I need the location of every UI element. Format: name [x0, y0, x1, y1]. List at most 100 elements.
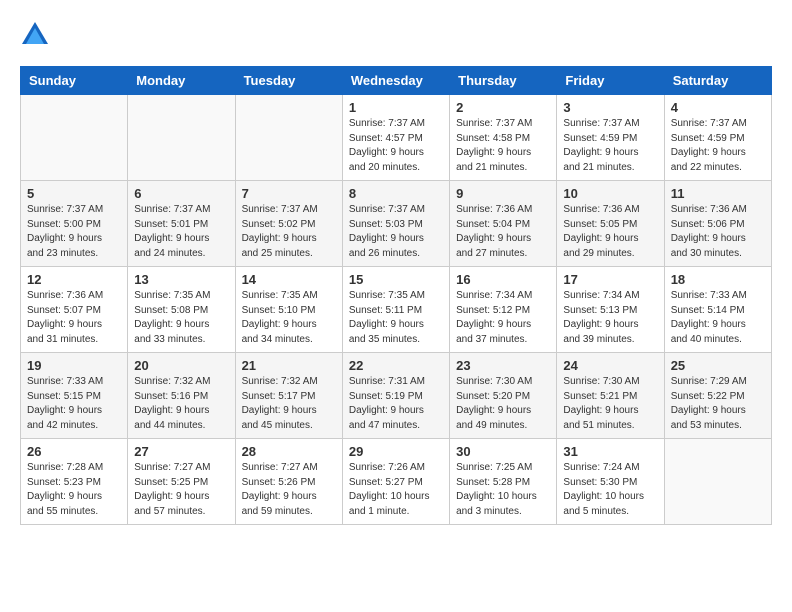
calendar-cell: 27 Sunrise: 7:27 AM Sunset: 5:25 PM Dayli…	[128, 439, 235, 525]
day-number: 31	[563, 444, 657, 459]
day-number: 6	[134, 186, 228, 201]
calendar-week-row: 1Sunrise: 7:37 AM Sunset: 4:57 PM Daylig…	[21, 95, 772, 181]
calendar-cell: 31 Sunrise: 7:24 AM Sunset: 5:30 PM Dayli…	[557, 439, 664, 525]
cell-content: Sunrise: 7:30 AM Sunset: 5:20 PM Dayligh…	[456, 375, 550, 433]
header-cell: Thursday	[450, 67, 557, 95]
day-number: 24	[563, 358, 657, 373]
calendar-cell: 7 Sunrise: 7:37 AM Sunset: 5:02 PM Daylig…	[235, 181, 342, 267]
day-number: 16	[456, 272, 550, 287]
day-number: 10	[563, 186, 657, 201]
calendar-table: SundayMondayTuesdayWednesdayThursdayFrid…	[20, 66, 772, 525]
calendar-cell: 13 Sunrise: 7:35 AM Sunset: 5:08 PM Dayli…	[128, 267, 235, 353]
day-number: 17	[563, 272, 657, 287]
calendar-cell: 16Sunrise: 7:34 AM Sunset: 5:12 PM Dayli…	[450, 267, 557, 353]
cell-content: Sunrise: 7:35 AM Sunset: 5:10 PM Dayligh…	[242, 289, 336, 347]
calendar-cell: 22 Sunrise: 7:31 AM Sunset: 5:19 PM Dayli…	[342, 353, 449, 439]
cell-content: Sunrise: 7:36 AM Sunset: 5:05 PM Dayligh…	[563, 203, 657, 261]
cell-content: Sunrise: 7:28 AM Sunset: 5:23 PM Dayligh…	[27, 461, 121, 519]
cell-content: Sunrise: 7:36 AM Sunset: 5:07 PM Dayligh…	[27, 289, 121, 347]
calendar-cell	[235, 95, 342, 181]
cell-content: Sunrise: 7:34 AM Sunset: 5:13 PM Dayligh…	[563, 289, 657, 347]
calendar-week-row: 26 Sunrise: 7:28 AM Sunset: 5:23 PM Dayli…	[21, 439, 772, 525]
calendar-cell: 4Sunrise: 7:37 AM Sunset: 4:59 PM Daylig…	[664, 95, 771, 181]
calendar-cell: 8Sunrise: 7:37 AM Sunset: 5:03 PM Daylig…	[342, 181, 449, 267]
day-number: 26	[27, 444, 121, 459]
cell-content: Sunrise: 7:36 AM Sunset: 5:06 PM Dayligh…	[671, 203, 765, 261]
header-cell: Monday	[128, 67, 235, 95]
day-number: 7	[242, 186, 336, 201]
day-number: 29	[349, 444, 443, 459]
logo	[20, 20, 54, 50]
header-cell: Sunday	[21, 67, 128, 95]
calendar-cell: 5 Sunrise: 7:37 AM Sunset: 5:00 PM Daylig…	[21, 181, 128, 267]
day-number: 18	[671, 272, 765, 287]
cell-content: Sunrise: 7:37 AM Sunset: 5:02 PM Dayligh…	[242, 203, 336, 261]
day-number: 19	[27, 358, 121, 373]
cell-content: Sunrise: 7:33 AM Sunset: 5:14 PM Dayligh…	[671, 289, 765, 347]
day-number: 25	[671, 358, 765, 373]
day-number: 28	[242, 444, 336, 459]
cell-content: Sunrise: 7:37 AM Sunset: 4:59 PM Dayligh…	[671, 117, 765, 175]
calendar-cell: 10 Sunrise: 7:36 AM Sunset: 5:05 PM Dayli…	[557, 181, 664, 267]
calendar-cell: 25 Sunrise: 7:29 AM Sunset: 5:22 PM Dayli…	[664, 353, 771, 439]
calendar-cell: 21Sunrise: 7:32 AM Sunset: 5:17 PM Dayli…	[235, 353, 342, 439]
cell-content: Sunrise: 7:37 AM Sunset: 4:59 PM Dayligh…	[563, 117, 657, 175]
cell-content: Sunrise: 7:37 AM Sunset: 5:03 PM Dayligh…	[349, 203, 443, 261]
calendar-cell: 3Sunrise: 7:37 AM Sunset: 4:59 PM Daylig…	[557, 95, 664, 181]
cell-content: Sunrise: 7:27 AM Sunset: 5:25 PM Dayligh…	[134, 461, 228, 519]
calendar-cell: 18 Sunrise: 7:33 AM Sunset: 5:14 PM Dayli…	[664, 267, 771, 353]
cell-content: Sunrise: 7:33 AM Sunset: 5:15 PM Dayligh…	[27, 375, 121, 433]
calendar-cell: 2Sunrise: 7:37 AM Sunset: 4:58 PM Daylig…	[450, 95, 557, 181]
day-number: 1	[349, 100, 443, 115]
day-number: 22	[349, 358, 443, 373]
cell-content: Sunrise: 7:26 AM Sunset: 5:27 PM Dayligh…	[349, 461, 443, 519]
calendar-cell: 15 Sunrise: 7:35 AM Sunset: 5:11 PM Dayli…	[342, 267, 449, 353]
cell-content: Sunrise: 7:32 AM Sunset: 5:16 PM Dayligh…	[134, 375, 228, 433]
cell-content: Sunrise: 7:36 AM Sunset: 5:04 PM Dayligh…	[456, 203, 550, 261]
page-header	[20, 20, 772, 50]
cell-content: Sunrise: 7:35 AM Sunset: 5:08 PM Dayligh…	[134, 289, 228, 347]
calendar-week-row: 12Sunrise: 7:36 AM Sunset: 5:07 PM Dayli…	[21, 267, 772, 353]
cell-content: Sunrise: 7:37 AM Sunset: 5:00 PM Dayligh…	[27, 203, 121, 261]
calendar-cell: 12Sunrise: 7:36 AM Sunset: 5:07 PM Dayli…	[21, 267, 128, 353]
calendar-header: SundayMondayTuesdayWednesdayThursdayFrid…	[21, 67, 772, 95]
calendar-cell: 23 Sunrise: 7:30 AM Sunset: 5:20 PM Dayli…	[450, 353, 557, 439]
calendar-body: 1Sunrise: 7:37 AM Sunset: 4:57 PM Daylig…	[21, 95, 772, 525]
calendar-cell	[128, 95, 235, 181]
cell-content: Sunrise: 7:27 AM Sunset: 5:26 PM Dayligh…	[242, 461, 336, 519]
calendar-cell: 6 Sunrise: 7:37 AM Sunset: 5:01 PM Daylig…	[128, 181, 235, 267]
calendar-cell: 20Sunrise: 7:32 AM Sunset: 5:16 PM Dayli…	[128, 353, 235, 439]
calendar-week-row: 5 Sunrise: 7:37 AM Sunset: 5:00 PM Daylig…	[21, 181, 772, 267]
calendar-cell: 17 Sunrise: 7:34 AM Sunset: 5:13 PM Dayli…	[557, 267, 664, 353]
calendar-cell: 19 Sunrise: 7:33 AM Sunset: 5:15 PM Dayli…	[21, 353, 128, 439]
day-number: 23	[456, 358, 550, 373]
day-number: 30	[456, 444, 550, 459]
header-cell: Friday	[557, 67, 664, 95]
calendar-cell: 9 Sunrise: 7:36 AM Sunset: 5:04 PM Daylig…	[450, 181, 557, 267]
calendar-cell: 24 Sunrise: 7:30 AM Sunset: 5:21 PM Dayli…	[557, 353, 664, 439]
day-number: 15	[349, 272, 443, 287]
day-number: 2	[456, 100, 550, 115]
calendar-cell	[664, 439, 771, 525]
cell-content: Sunrise: 7:35 AM Sunset: 5:11 PM Dayligh…	[349, 289, 443, 347]
cell-content: Sunrise: 7:29 AM Sunset: 5:22 PM Dayligh…	[671, 375, 765, 433]
calendar-cell: 14 Sunrise: 7:35 AM Sunset: 5:10 PM Dayli…	[235, 267, 342, 353]
cell-content: Sunrise: 7:37 AM Sunset: 5:01 PM Dayligh…	[134, 203, 228, 261]
day-number: 5	[27, 186, 121, 201]
day-number: 9	[456, 186, 550, 201]
header-row: SundayMondayTuesdayWednesdayThursdayFrid…	[21, 67, 772, 95]
logo-icon	[20, 20, 50, 50]
header-cell: Tuesday	[235, 67, 342, 95]
header-cell: Saturday	[664, 67, 771, 95]
calendar-week-row: 19 Sunrise: 7:33 AM Sunset: 5:15 PM Dayli…	[21, 353, 772, 439]
day-number: 14	[242, 272, 336, 287]
cell-content: Sunrise: 7:32 AM Sunset: 5:17 PM Dayligh…	[242, 375, 336, 433]
cell-content: Sunrise: 7:31 AM Sunset: 5:19 PM Dayligh…	[349, 375, 443, 433]
calendar-cell	[21, 95, 128, 181]
day-number: 27	[134, 444, 228, 459]
day-number: 13	[134, 272, 228, 287]
cell-content: Sunrise: 7:24 AM Sunset: 5:30 PM Dayligh…	[563, 461, 657, 519]
header-cell: Wednesday	[342, 67, 449, 95]
cell-content: Sunrise: 7:30 AM Sunset: 5:21 PM Dayligh…	[563, 375, 657, 433]
calendar-cell: 30Sunrise: 7:25 AM Sunset: 5:28 PM Dayli…	[450, 439, 557, 525]
